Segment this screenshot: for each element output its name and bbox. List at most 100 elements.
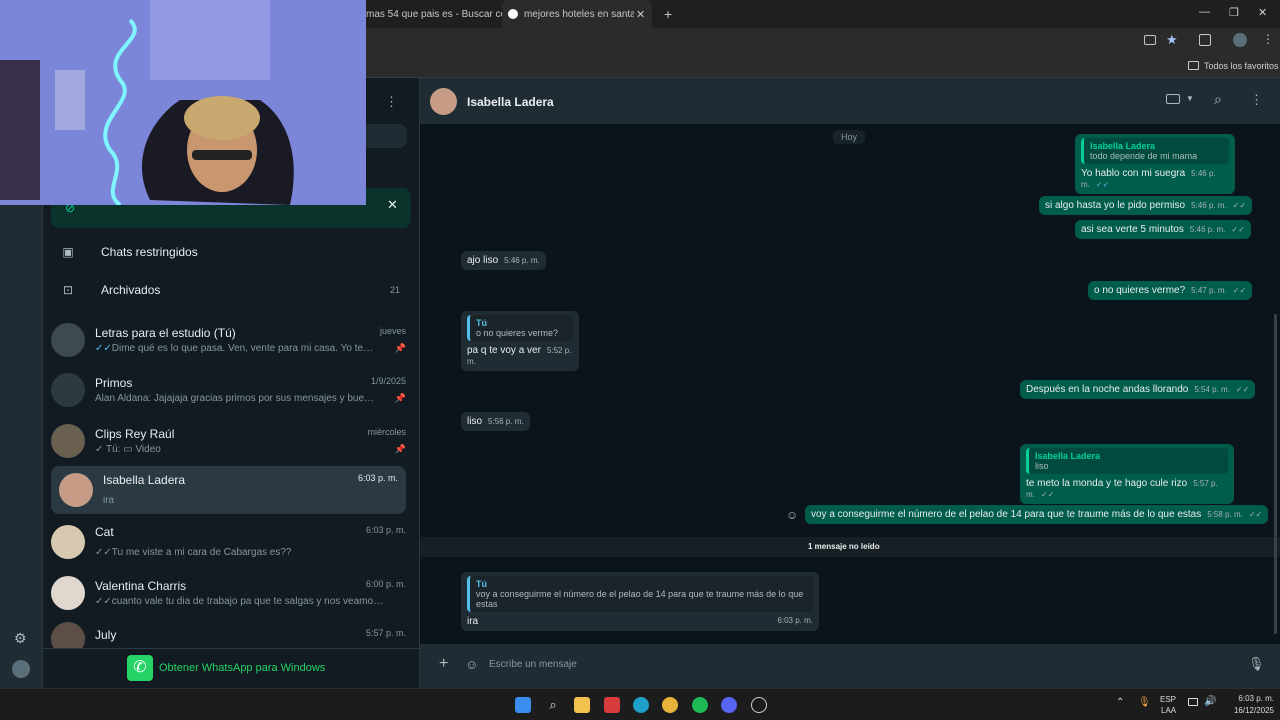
app-icon[interactable] bbox=[751, 697, 767, 713]
microphone-icon[interactable]: 🎙 bbox=[1138, 697, 1151, 708]
chat-preview: Tu me viste a mi cara de Cabargas es?? bbox=[111, 546, 292, 558]
edge-icon[interactable] bbox=[633, 697, 649, 713]
chat-list-item[interactable]: Cat 6:03 p. m. ✓✓Tu me viste a mi cara d… bbox=[51, 520, 406, 564]
promo-footer: ✆ Obtener WhatsApp para Windows bbox=[43, 648, 419, 688]
chat-list-item[interactable]: Letras para el estudio (Tú) jueves ✓✓Dim… bbox=[51, 318, 406, 362]
archived-item[interactable]: ⊡ Archivados 21 bbox=[51, 278, 406, 302]
discord-icon[interactable] bbox=[721, 697, 737, 713]
close-window-icon[interactable]: ✕ bbox=[1258, 6, 1267, 19]
chat-list-item[interactable]: Valentina Charris 6:00 p. m. ✓✓cuanto va… bbox=[51, 571, 406, 615]
video-icon: ▭ bbox=[123, 444, 133, 455]
quote-author: Isabella Ladera bbox=[1035, 451, 1101, 461]
restricted-chats-item[interactable]: ▣ Chats restringidos bbox=[51, 240, 406, 264]
chat-list-item[interactable]: Primos 1/9/2025 Alan Aldana: Jajajaja gr… bbox=[51, 368, 406, 412]
google-icon bbox=[508, 9, 518, 19]
spotify-icon[interactable] bbox=[692, 697, 708, 713]
browser-tab[interactable]: mas 54 que pais es - Buscar co ✕ bbox=[366, 0, 523, 28]
clock-time[interactable]: 6:03 p. m. bbox=[1226, 694, 1274, 703]
restore-icon[interactable]: ❐ bbox=[1229, 6, 1239, 19]
chat-list-item[interactable]: July 5:57 p. m. bbox=[51, 622, 406, 648]
read-receipt-icon: ✓✓ bbox=[95, 546, 112, 558]
day-separator: Hoy bbox=[833, 130, 866, 144]
chat-name: Primos bbox=[95, 376, 133, 390]
chat-preview: cuanto vale tu dia de trabajo pa que te … bbox=[111, 596, 385, 607]
archived-count: 21 bbox=[389, 285, 400, 295]
language-code[interactable]: ESP bbox=[1160, 695, 1176, 704]
menu-icon[interactable]: ⋮ bbox=[385, 94, 398, 110]
bookmarks-label[interactable]: Todos los favoritos bbox=[1204, 61, 1279, 71]
menu-icon[interactable]: ⋮ bbox=[1262, 32, 1274, 46]
message-bubble-out[interactable]: o no quieres verme? 5:47 p. m. ✓✓ bbox=[1088, 281, 1253, 300]
chat-name: Letras para el estudio (Tú) bbox=[95, 326, 236, 340]
cast-icon[interactable] bbox=[1144, 35, 1156, 45]
quoted-message[interactable]: Isabella Ladera liso bbox=[1026, 448, 1228, 474]
network-icon[interactable] bbox=[1188, 698, 1198, 706]
message-bubble-out[interactable]: asi sea verte 5 minutos 5:46 p. m. ✓✓ bbox=[1075, 220, 1251, 239]
contact-avatar[interactable] bbox=[430, 88, 457, 115]
extensions-icon[interactable] bbox=[1199, 34, 1211, 46]
chat-preview-prefix: Tú: bbox=[105, 444, 121, 455]
close-icon[interactable]: ✕ bbox=[636, 8, 645, 21]
profile-avatar[interactable] bbox=[1233, 33, 1247, 47]
archive-icon: ⊡ bbox=[62, 283, 74, 297]
chat-list-item[interactable]: Clips Rey Raúl miércoles ✓ Tú: ▭ Video 📌 bbox=[51, 419, 406, 463]
message-bubble-out[interactable]: Después en la noche andas llorando 5:54 p… bbox=[1020, 380, 1256, 399]
chevron-up-icon[interactable]: ⌃ bbox=[1116, 697, 1124, 708]
lock-icon: ▣ bbox=[62, 245, 74, 259]
message-bubble-in[interactable]: liso 5:56 p. m. bbox=[461, 412, 530, 431]
pin-icon: 📌 bbox=[394, 444, 406, 454]
settings-icon[interactable]: ⚙ bbox=[14, 630, 27, 647]
message-bubble-out[interactable]: Isabella Ladera liso te meto la monda y … bbox=[1020, 444, 1234, 504]
browser-tab[interactable]: mejores hoteles en santa marta ✕ bbox=[502, 0, 652, 28]
chat-time: 6:03 p. m. bbox=[365, 524, 406, 535]
message-text: pa q te voy a ver bbox=[467, 345, 541, 356]
quoted-message[interactable]: Isabella Ladera todo depende de mi mama bbox=[1081, 138, 1229, 164]
search-icon[interactable]: ⌕ bbox=[545, 697, 561, 713]
pin-icon: 📌 bbox=[394, 343, 406, 353]
message-bubble-out[interactable]: Isabella Ladera todo depende de mi mama … bbox=[1075, 134, 1235, 194]
chat-time: 1/9/2025 bbox=[370, 376, 406, 386]
message-bubble-out[interactable]: voy a conseguirme el número de el pelao … bbox=[805, 505, 1269, 524]
quoted-message[interactable]: Tú voy a conseguirme el número de el pel… bbox=[467, 576, 813, 612]
promo-link[interactable]: Obtener WhatsApp para Windows bbox=[159, 662, 325, 674]
menu-icon[interactable]: ⋮ bbox=[1250, 92, 1263, 108]
app-icon[interactable] bbox=[604, 697, 620, 713]
new-tab-button[interactable]: + bbox=[664, 0, 672, 28]
chat-name: Cat bbox=[95, 524, 114, 539]
message-time: 5:46 p. m. bbox=[504, 256, 540, 265]
star-icon[interactable]: ★ bbox=[1166, 32, 1178, 48]
chevron-down-icon[interactable]: ▼ bbox=[1186, 94, 1194, 103]
read-receipt-icon: ✓✓ bbox=[1040, 490, 1055, 499]
minimize-icon[interactable]: — bbox=[1199, 6, 1210, 18]
microphone-icon[interactable]: 🎙 bbox=[1248, 656, 1265, 672]
file-explorer-icon[interactable] bbox=[574, 697, 590, 713]
emoji-react-icon[interactable]: ☺ bbox=[786, 508, 798, 522]
quoted-message[interactable]: Tú o no quieres verme? bbox=[467, 315, 573, 341]
profile-avatar[interactable] bbox=[12, 660, 30, 678]
message-bubble-in[interactable]: Tú voy a conseguirme el número de el pel… bbox=[461, 572, 819, 631]
chrome-icon[interactable] bbox=[662, 697, 678, 713]
windows-start-icon[interactable] bbox=[515, 697, 531, 713]
volume-icon[interactable]: 🔊 bbox=[1204, 696, 1216, 707]
message-bubble-in[interactable]: ajo liso 5:46 p. m. bbox=[461, 251, 546, 270]
search-icon[interactable]: ⌕ bbox=[1214, 91, 1222, 108]
message-text: liso bbox=[467, 416, 483, 427]
sticker-icon[interactable]: ☺ bbox=[465, 657, 478, 672]
message-text: Yo hablo con mi suegra bbox=[1081, 168, 1186, 179]
message-input[interactable]: Escribe un mensaje bbox=[489, 659, 577, 670]
message-bubble-in[interactable]: Tú o no quieres verme? pa q te voy a ver… bbox=[461, 311, 579, 371]
chat-list-item-selected[interactable]: Isabella Ladera 6:03 p. m. ira bbox=[51, 466, 406, 514]
close-icon[interactable]: ✕ bbox=[387, 197, 398, 213]
read-receipt-icon: ✓✓ bbox=[95, 343, 112, 354]
folder-icon bbox=[1188, 61, 1199, 70]
attach-plus-icon[interactable]: + bbox=[439, 655, 448, 673]
scrollbar[interactable] bbox=[1274, 314, 1277, 634]
message-bubble-out[interactable]: si algo hasta yo le pido permiso 5:46 p. … bbox=[1039, 196, 1253, 215]
quote-text: voy a conseguirme el número de el pelao … bbox=[476, 589, 804, 609]
video-call-icon[interactable] bbox=[1166, 94, 1180, 104]
contact-name[interactable]: Isabella Ladera bbox=[467, 95, 554, 109]
unread-separator: 1 mensaje no leído bbox=[420, 537, 1280, 557]
chat-time: 6:00 p. m. bbox=[365, 579, 406, 589]
clock-date: 16/12/2025 bbox=[1233, 706, 1274, 715]
avatar bbox=[51, 323, 85, 357]
